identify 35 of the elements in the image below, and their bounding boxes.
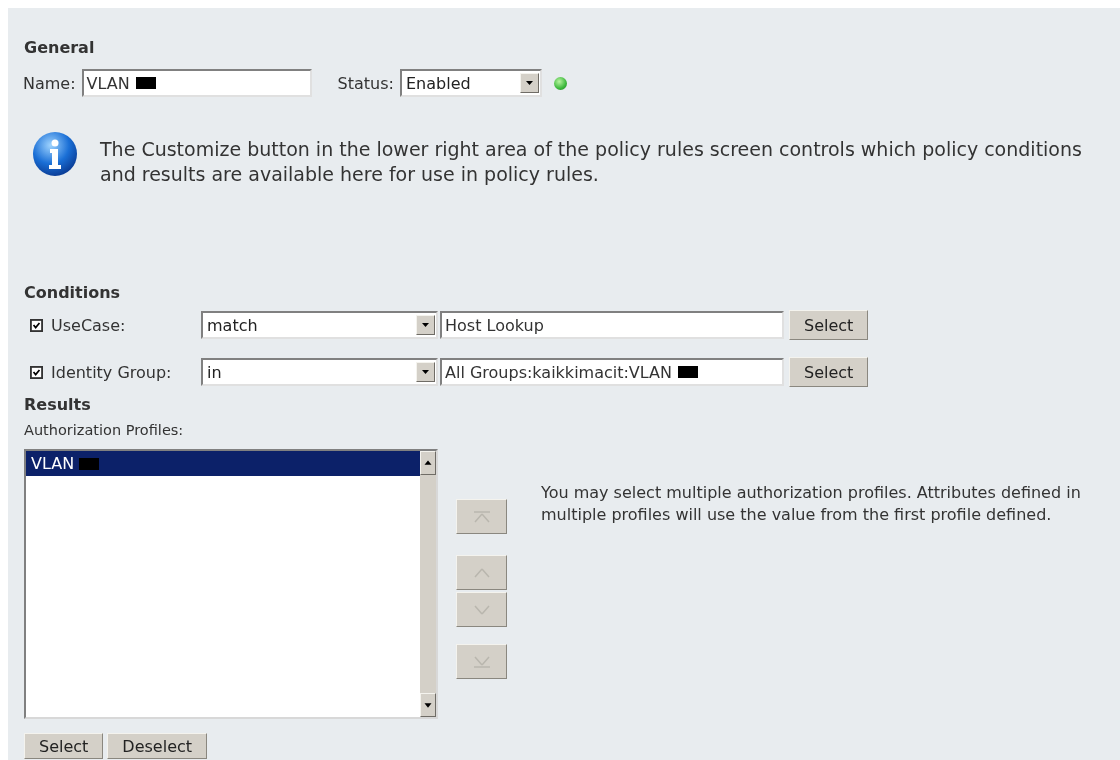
status-dropdown[interactable]: Enabled: [399, 69, 542, 97]
select-button[interactable]: Select: [789, 357, 869, 387]
up-chevron-icon: [472, 567, 491, 578]
section-heading: General: [24, 38, 95, 57]
down-chevron-icon: [472, 655, 491, 668]
scroll-up-icon[interactable]: [420, 451, 436, 475]
up-chevron-icon: [472, 510, 491, 523]
condition-label: Identity Group:: [51, 362, 173, 382]
condition-value-field[interactable]: Host Lookup: [440, 311, 784, 339]
field-label: Status:: [337, 73, 394, 93]
checkbox[interactable]: [30, 365, 43, 379]
down-chevron-icon: [472, 604, 491, 615]
select-button[interactable]: Select: [789, 310, 869, 340]
scroll-down-icon[interactable]: [420, 693, 436, 717]
section-heading: Conditions: [24, 283, 121, 302]
field-value: VLAN: [86, 73, 130, 93]
list-label: Authorization Profiles:: [24, 422, 184, 438]
name-field[interactable]: VLAN: [81, 69, 312, 97]
info-icon: [32, 131, 78, 177]
deselect-button[interactable]: Deselect: [107, 733, 208, 759]
help-text: You may select multiple authorization profiles. Attributes defined in multiple profiles will use the value from the first profile defined.: [541, 482, 1082, 526]
checkbox[interactable]: [30, 318, 43, 332]
field-value: All Groups:kaikkimacit:VLAN: [445, 362, 672, 382]
field-label: Name:: [23, 73, 76, 93]
info-message: The Customize button in the lower right area of the policy rules screen controls which policy conditions and results are available here for use in policy rules.: [100, 137, 1083, 187]
condition-label: UseCase:: [51, 315, 127, 335]
field-value: Host Lookup: [445, 315, 544, 335]
list-item[interactable]: VLAN: [26, 451, 420, 476]
select-button[interactable]: Select: [24, 733, 104, 759]
operator-dropdown[interactable]: in: [201, 358, 438, 386]
operator-dropdown[interactable]: match: [201, 311, 438, 339]
section-heading: Results: [24, 395, 91, 414]
condition-value-field[interactable]: All Groups:kaikkimacit:VLAN: [440, 358, 784, 386]
profiles-list[interactable]: VLAN: [24, 449, 438, 719]
scrollbar[interactable]: [420, 451, 436, 717]
